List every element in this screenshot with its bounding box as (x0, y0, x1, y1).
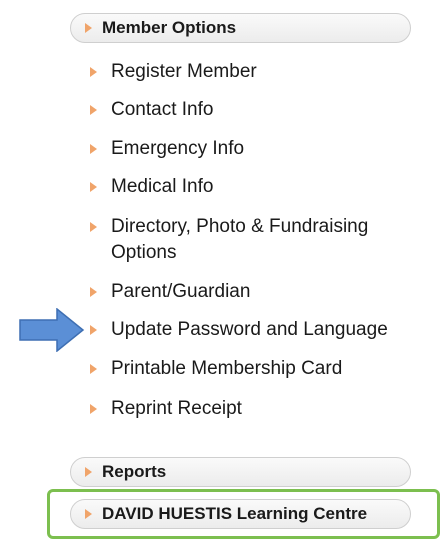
triangle-right-icon (85, 23, 92, 33)
menu-item-label: Emergency Info (111, 138, 245, 159)
section-member-options-label: Member Options (102, 18, 237, 37)
triangle-right-icon (90, 404, 97, 414)
menu-item-update-password-language[interactable]: Update Password and Language (90, 317, 411, 343)
triangle-right-icon (90, 364, 97, 374)
section-reports-label: Reports (102, 462, 167, 481)
triangle-right-icon (85, 467, 92, 477)
triangle-right-icon (90, 105, 97, 115)
menu-item-parent-guardian[interactable]: Parent/Guardian (90, 279, 411, 305)
menu-item-contact-info[interactable]: Contact Info (90, 97, 411, 123)
menu-item-register-member[interactable]: Register Member (90, 59, 411, 85)
menu-item-directory-photo-fundraising[interactable]: Directory, Photo & Fundraising Options (90, 214, 411, 266)
menu-item-label: Medical Info (111, 176, 214, 197)
triangle-right-icon (90, 144, 97, 154)
menu-item-label: Directory, Photo & Fundraising Options (111, 216, 369, 263)
blue-arrow-icon (19, 308, 85, 352)
section-learning-centre-label: DAVID HUESTIS Learning Centre (102, 504, 368, 523)
menu-item-reprint-receipt[interactable]: Reprint Receipt (90, 396, 411, 422)
triangle-right-icon (90, 182, 97, 192)
menu-item-label: Update Password and Language (111, 319, 388, 340)
menu-item-label: Contact Info (111, 99, 214, 120)
menu-item-printable-membership-card[interactable]: Printable Membership Card (90, 356, 411, 382)
menu-item-label: Parent/Guardian (111, 281, 251, 302)
section-member-options[interactable]: Member Options (70, 13, 411, 43)
triangle-right-icon (90, 67, 97, 77)
triangle-right-icon (90, 222, 97, 232)
triangle-right-icon (90, 325, 97, 335)
triangle-right-icon (90, 287, 97, 297)
section-learning-centre[interactable]: DAVID HUESTIS Learning Centre (70, 499, 411, 529)
section-reports[interactable]: Reports (70, 457, 411, 487)
menu-item-label: Printable Membership Card (111, 358, 343, 379)
menu-item-label: Reprint Receipt (111, 398, 242, 419)
triangle-right-icon (85, 509, 92, 519)
menu-item-medical-info[interactable]: Medical Info (90, 174, 411, 200)
menu-item-label: Register Member (111, 61, 257, 82)
menu-item-emergency-info[interactable]: Emergency Info (90, 136, 411, 162)
